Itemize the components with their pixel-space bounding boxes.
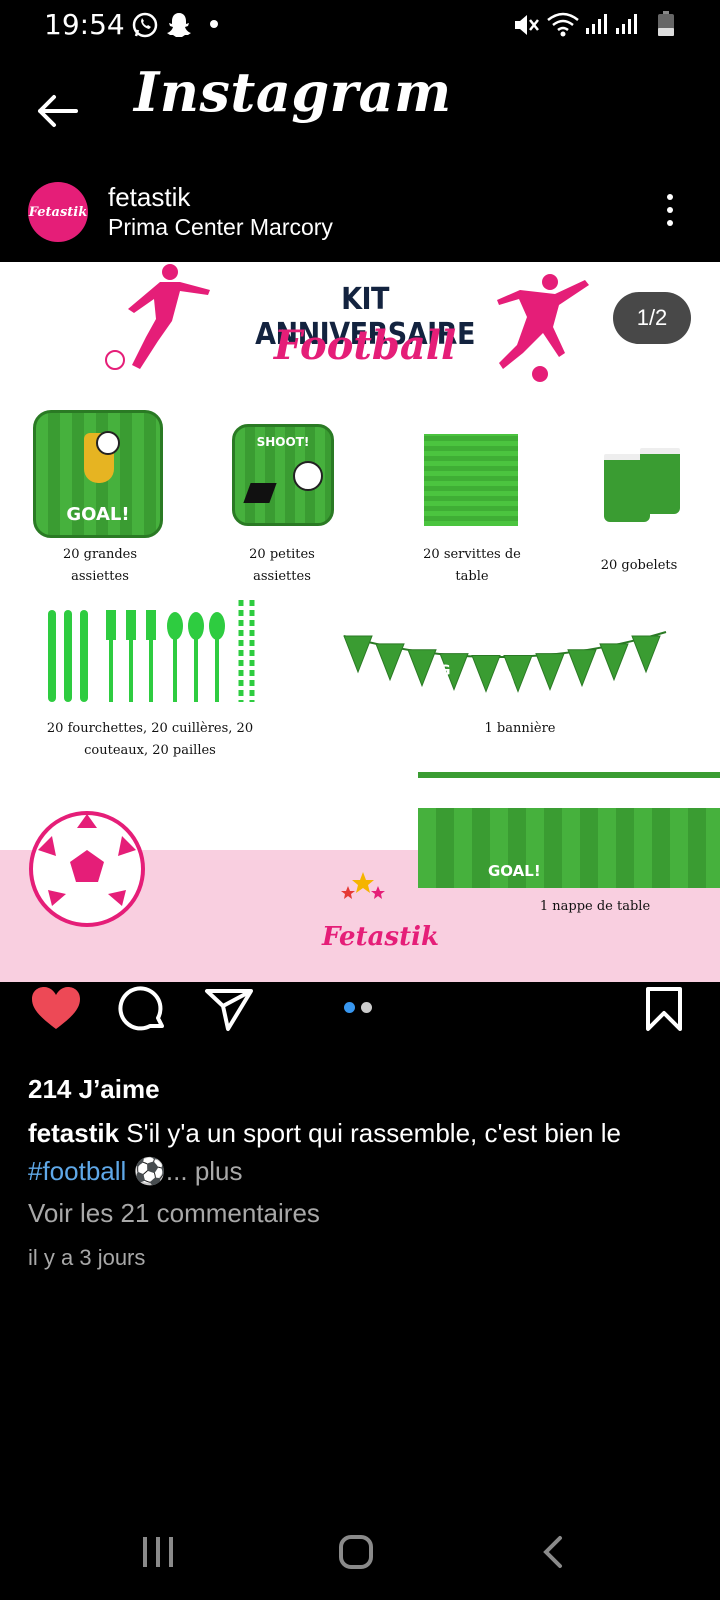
status-time: 19:54 — [44, 8, 125, 41]
item-caption-banner: 1 bannière — [460, 718, 580, 740]
heart-filled-icon[interactable] — [30, 985, 82, 1033]
bookmark-icon[interactable] — [644, 986, 684, 1032]
home-icon[interactable] — [338, 1534, 374, 1570]
signal-icon-2 — [616, 14, 637, 34]
wifi-icon — [547, 12, 579, 37]
soccer-ball-emoji-icon: ⚽ — [133, 1156, 166, 1186]
caption-line: 20 gobelets — [600, 558, 678, 573]
status-bar: 19:54 — [0, 0, 720, 50]
small-plate: SHOOT! — [232, 424, 334, 526]
large-plate: GOAL! — [33, 410, 163, 538]
avatar-label: Fetastik — [28, 204, 88, 220]
system-nav-bar — [0, 1510, 720, 1600]
soccer-ball-pink — [29, 811, 145, 927]
caption-text: S'il y'a un sport qui rassemble, c'est b… — [126, 1118, 621, 1148]
more-vertical-icon[interactable] — [664, 194, 676, 230]
arrow-left-icon[interactable] — [32, 86, 82, 136]
item-caption-cups: 20 gobelets — [584, 555, 694, 577]
mute-icon — [515, 15, 539, 35]
kit-subtitle: Football — [273, 322, 457, 369]
large-plate-text: GOAL! — [66, 504, 130, 525]
item-caption-large-plates: 20 grandes assiettes — [40, 544, 160, 588]
item-caption-napkins: 20 servittes de table — [402, 544, 542, 588]
carousel-page-indicator: 1/2 — [613, 292, 691, 344]
carousel-dot — [361, 1002, 372, 1013]
recents-icon[interactable] — [140, 1534, 176, 1570]
small-plate-text: SHOOT! — [256, 435, 310, 449]
pennant-flag — [471, 655, 501, 693]
comment-icon[interactable] — [118, 986, 166, 1034]
post-location[interactable]: Prima Center Marcory — [108, 214, 333, 241]
back-chevron-icon[interactable] — [542, 1534, 566, 1570]
caption-more-link[interactable]: ... plus — [166, 1156, 243, 1186]
pennant-flag — [599, 643, 629, 682]
pennant-flag — [567, 649, 597, 688]
player-silhouette-right — [497, 274, 589, 382]
likes-count[interactable]: 214 J’aime — [28, 1074, 160, 1105]
fetastik-logo: Fetastik — [322, 922, 439, 952]
item-caption-small-plates: 20 petites assiettes — [222, 544, 342, 588]
caption-line: 1 bannière — [484, 721, 556, 736]
avatar[interactable]: Fetastik — [28, 182, 88, 242]
pennant-flag — [407, 649, 437, 688]
pennant-flag — [343, 635, 373, 674]
caption-line: table — [455, 569, 489, 584]
carousel-dot — [344, 1002, 355, 1013]
caption-line: 20 grandes — [62, 547, 138, 562]
post-image[interactable]: KIT ANNIVERSAIRE Football 1/2 GOAL! SHOO… — [0, 262, 720, 982]
caption-line: assiettes — [253, 569, 311, 584]
pennant-flag — [631, 635, 661, 674]
cutlery — [48, 600, 255, 702]
carousel-dots — [344, 1002, 372, 1013]
caption-line: assiettes — [71, 569, 129, 584]
banner-letter: G — [439, 663, 451, 679]
snapchat-icon — [167, 13, 191, 37]
caption-line: 20 servittes de — [423, 547, 521, 562]
banner-letter: A — [503, 670, 514, 686]
caption-line: couteaux, 20 pailles — [84, 743, 216, 758]
item-caption-tablecloth: 1 nappe de table — [520, 896, 670, 918]
player-silhouette-left — [105, 264, 210, 370]
tablecloth: GOAL! — [418, 772, 720, 888]
caption-hashtag[interactable]: #football — [28, 1156, 126, 1186]
napkins — [424, 434, 518, 526]
caption-username[interactable]: fetastik — [28, 1118, 119, 1148]
pennant-banner: G A L — [343, 631, 667, 693]
caption-line: 1 nappe de table — [539, 899, 651, 914]
caption-line: 20 petites — [249, 547, 315, 562]
post-username[interactable]: fetastik — [108, 182, 190, 213]
banner-letter: L — [535, 668, 544, 684]
caption-line: 20 fourchettes, 20 cuillères, 20 — [46, 721, 254, 736]
post-header: Fetastik fetastik Prima Center Marcory — [0, 170, 720, 262]
post-caption: fetastik S'il y'a un sport qui rassemble… — [28, 1114, 698, 1190]
item-caption-cutlery: 20 fourchettes, 20 cuillères, 20 couteau… — [40, 718, 260, 762]
view-comments-link[interactable]: Voir les 21 commentaires — [28, 1198, 320, 1229]
app-title: Instagram — [134, 60, 452, 124]
post-actions — [0, 982, 720, 1058]
cups-2 — [640, 448, 680, 514]
signal-icon — [586, 14, 607, 34]
whatsapp-icon — [132, 12, 158, 38]
send-icon[interactable] — [204, 988, 254, 1032]
stars-logo-icon — [341, 872, 385, 899]
dot-icon — [210, 20, 218, 28]
top-bar: Instagram — [0, 50, 720, 170]
pennant-flag — [375, 643, 405, 682]
tablecloth-text: GOAL! — [488, 862, 541, 880]
battery-icon — [658, 11, 674, 36]
post-timestamp: il y a 3 jours — [28, 1245, 146, 1270]
